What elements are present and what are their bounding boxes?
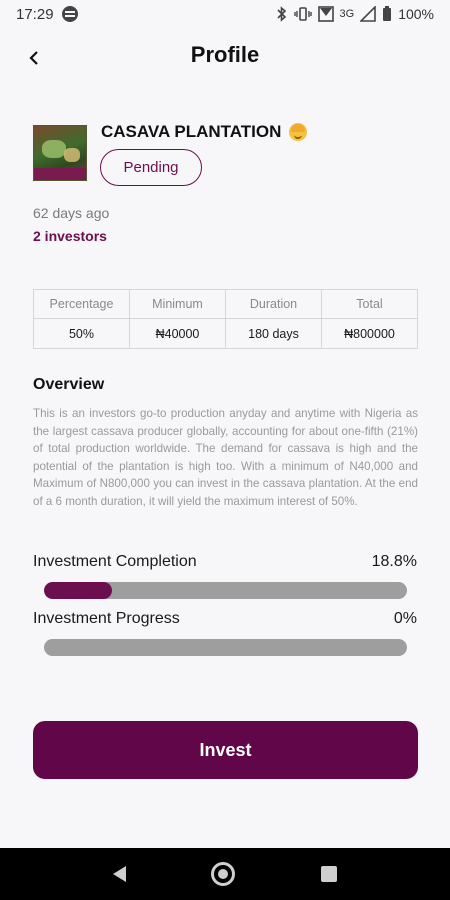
status-left: 17:29 bbox=[16, 6, 78, 23]
stats-value-minimum: ₦40000 bbox=[129, 318, 226, 349]
stats-header-percentage: Percentage bbox=[33, 289, 130, 319]
battery-level: 100% bbox=[398, 6, 434, 22]
nav-back-icon[interactable] bbox=[112, 866, 126, 882]
product-name-row: CASAVA PLANTATION bbox=[101, 122, 308, 142]
investors-count[interactable]: 2 investors bbox=[33, 228, 107, 244]
completion-bar bbox=[44, 582, 407, 599]
wifi-icon bbox=[317, 6, 334, 22]
completion-bar-fill bbox=[44, 582, 113, 599]
person-emoji-icon bbox=[289, 123, 308, 141]
system-nav-bar bbox=[0, 848, 450, 900]
status-bar: 17:29 3G 100% bbox=[0, 0, 450, 28]
product-thumbnail bbox=[33, 125, 87, 181]
status-right: 3G 100% bbox=[276, 6, 434, 22]
overview-text: This is an investors go-to production an… bbox=[33, 407, 418, 508]
progress-bar bbox=[44, 639, 407, 656]
stats-header-minimum: Minimum bbox=[129, 289, 226, 319]
stats-value-total: ₦800000 bbox=[321, 318, 418, 349]
stats-value-row: 50% ₦40000 180 days ₦800000 bbox=[33, 318, 418, 349]
completion-label: Investment Completion bbox=[33, 553, 197, 570]
time-ago: 62 days ago bbox=[33, 205, 110, 221]
status-time: 17:29 bbox=[16, 5, 54, 23]
stats-header-duration: Duration bbox=[225, 289, 322, 319]
bluetooth-icon bbox=[276, 6, 288, 22]
messenger-icon bbox=[61, 6, 78, 22]
nav-recents-icon[interactable] bbox=[321, 866, 338, 882]
network-type: 3G bbox=[339, 8, 355, 20]
invest-button[interactable]: Invest bbox=[33, 721, 418, 779]
nav-home-icon[interactable] bbox=[211, 862, 236, 886]
stats-value-duration: 180 days bbox=[225, 318, 322, 349]
progress-value: 0% bbox=[393, 610, 417, 627]
page-title: Profile bbox=[190, 42, 260, 67]
product-name: CASAVA PLANTATION bbox=[101, 122, 282, 141]
stats-table: Percentage Minimum Duration Total 50% ₦4… bbox=[33, 289, 418, 349]
app-bar: Profile bbox=[0, 36, 450, 80]
overview-title: Overview bbox=[33, 376, 105, 393]
progress-label: Investment Progress bbox=[33, 610, 180, 627]
stats-header-total: Total bbox=[321, 289, 418, 319]
signal-icon bbox=[360, 6, 376, 22]
stats-value-percentage: 50% bbox=[33, 318, 130, 349]
status-badge: Pending bbox=[100, 149, 202, 186]
vibrate-icon bbox=[293, 7, 312, 21]
stats-header-row: Percentage Minimum Duration Total bbox=[33, 289, 418, 319]
battery-icon bbox=[382, 6, 392, 22]
completion-value: 18.8% bbox=[371, 553, 417, 570]
